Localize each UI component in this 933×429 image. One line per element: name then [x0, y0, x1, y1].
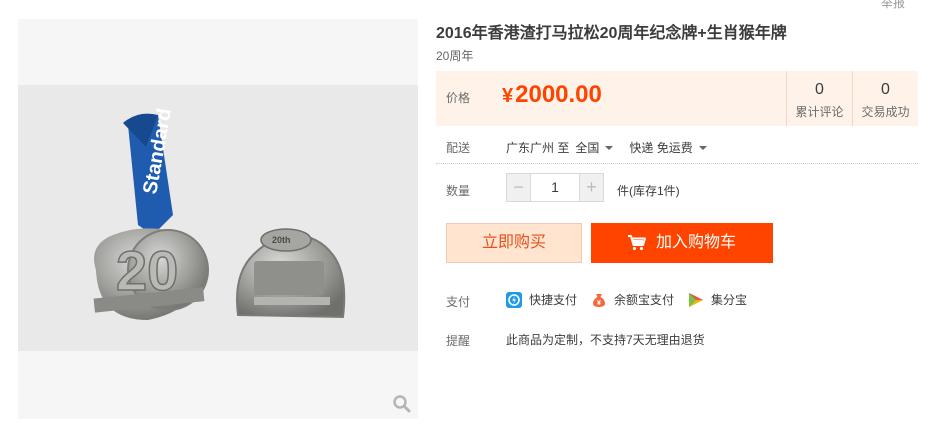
- delivery-label: 配送: [446, 141, 471, 155]
- cart-icon: [627, 235, 646, 251]
- currency-symbol: ¥: [502, 85, 514, 107]
- notice-text: 此商品为定制，不支持7天无理由退货: [506, 333, 705, 347]
- quantity-input[interactable]: 1: [531, 173, 579, 202]
- add-to-cart-button[interactable]: 加入购物车: [591, 223, 773, 263]
- price-label: 价格: [446, 91, 471, 105]
- destination-dropdown[interactable]: 全国: [575, 139, 614, 156]
- stock-info: 件(库存1件): [617, 184, 680, 198]
- add-to-cart-label: 加入购物车: [655, 234, 736, 251]
- express-pay-icon: [506, 291, 522, 308]
- deal-count-label: 交易成功: [861, 105, 910, 119]
- chevron-down-icon: [698, 145, 707, 150]
- review-count-label: 累计评论: [795, 105, 844, 119]
- chevron-down-icon: [605, 145, 614, 150]
- divider: [436, 163, 918, 164]
- product-title: 2016年香港渣打马拉松20周年纪念牌+生肖猴年牌: [436, 25, 787, 42]
- payment-yuebao[interactable]: ¥ 余额宝支付: [591, 291, 674, 308]
- deal-count-stat: 0 交易成功: [852, 71, 918, 126]
- price-value: ¥2000.00: [502, 81, 602, 109]
- review-count: 0: [815, 81, 824, 98]
- price-amount: 2000.00: [515, 81, 602, 108]
- payment-express-label: 快捷支付: [529, 293, 578, 307]
- jifenbao-icon: [689, 292, 704, 307]
- payment-express[interactable]: 快捷支付: [506, 291, 577, 308]
- delivery-origin: 广东广州 至: [506, 141, 570, 155]
- notice-label: 提醒: [446, 334, 471, 348]
- medals-illustration: Standard 20 20th: [93, 107, 346, 320]
- svg-text:¥: ¥: [597, 300, 601, 307]
- payment-jifenbao-label: 集分宝: [711, 293, 748, 307]
- search-icon[interactable]: [392, 394, 412, 414]
- payment-jifenbao[interactable]: 集分宝: [688, 291, 747, 308]
- payment-label: 支付: [446, 295, 471, 309]
- shipping-value: 快递 免运费: [629, 141, 693, 155]
- payment-yuebao-label: 余额宝支付: [614, 293, 675, 307]
- buy-now-button[interactable]: 立即购买: [446, 223, 582, 263]
- price-panel: 价格 ¥2000.00 0 累计评论 0 交易成功: [436, 71, 918, 126]
- sales-stats: 0 累计评论 0 交易成功: [786, 71, 918, 126]
- review-count-stat[interactable]: 0 累计评论: [786, 71, 852, 126]
- report-link[interactable]: 举报: [881, 0, 905, 11]
- quantity-label: 数量: [446, 184, 471, 198]
- product-photo: Standard 20 20th: [18, 85, 418, 351]
- product-gallery: Standard 20 20th: [18, 19, 418, 419]
- payment-methods: 快捷支付 ¥ 余额宝支付 集分宝: [506, 291, 761, 308]
- increase-button[interactable]: +: [579, 173, 604, 202]
- quantity-stepper: − 1 +: [506, 173, 604, 202]
- decrease-button[interactable]: −: [506, 173, 531, 202]
- product-subtitle: 20周年: [436, 49, 474, 63]
- destination-value: 全国: [575, 141, 600, 155]
- money-bag-icon: ¥: [593, 293, 606, 307]
- shipping-dropdown[interactable]: 快递 免运费: [629, 139, 707, 156]
- svg-text:20th: 20th: [272, 235, 291, 245]
- deal-count: 0: [881, 81, 890, 98]
- delivery-row: 广东广州 至 全国 快递 免运费: [506, 139, 707, 156]
